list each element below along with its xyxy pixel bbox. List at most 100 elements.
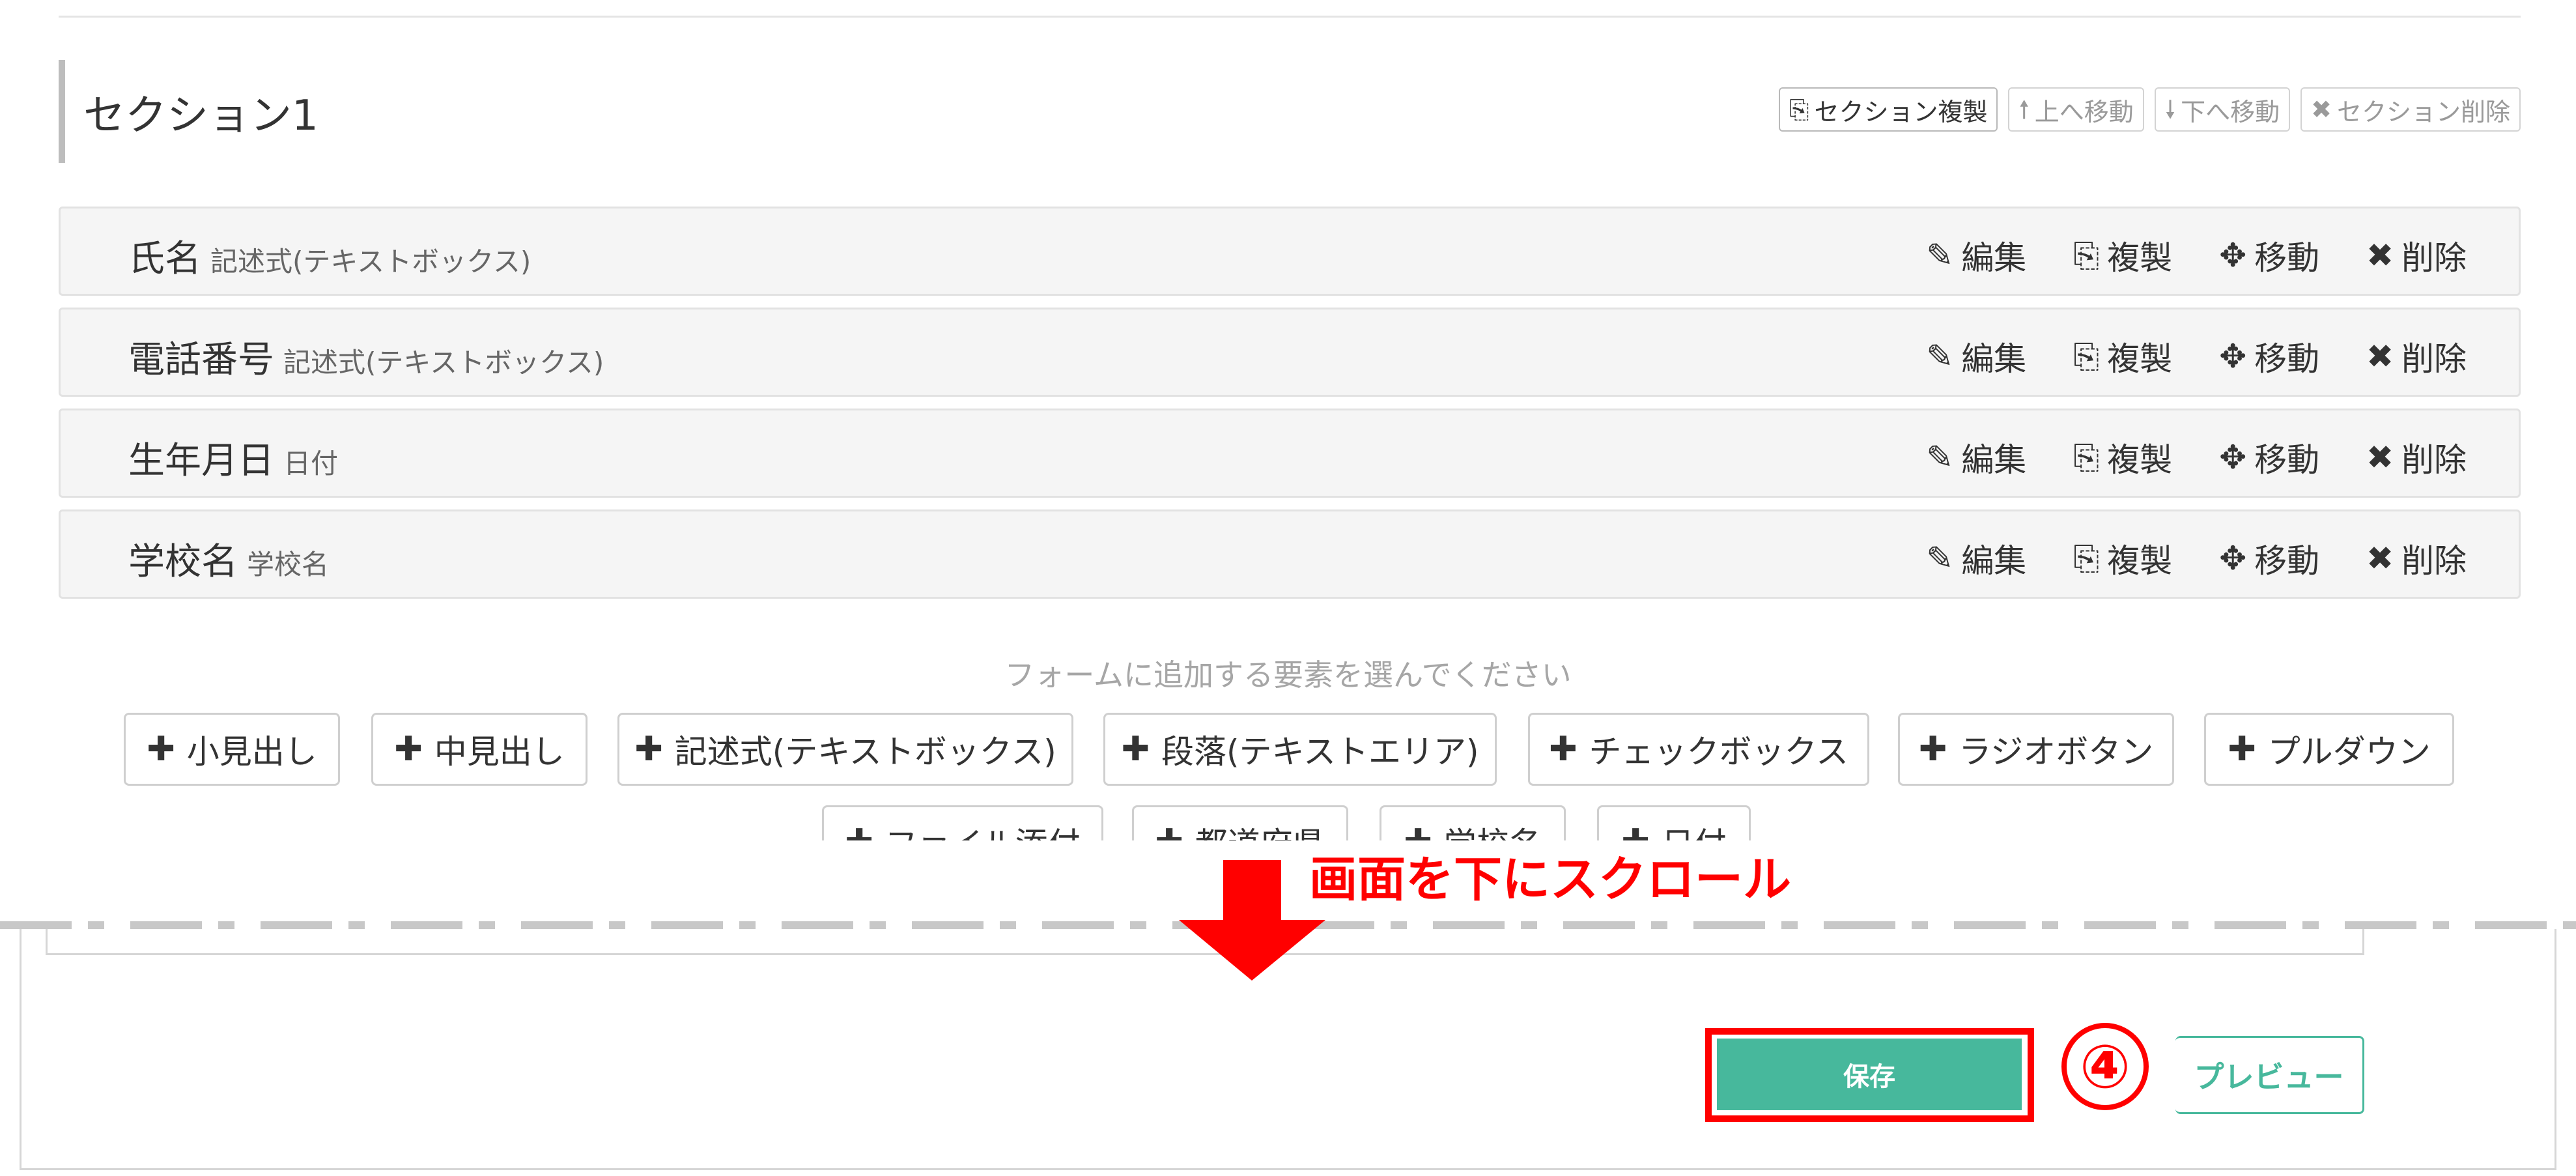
preview-label: プレビュー	[2194, 1059, 2344, 1095]
step-number-badge: ④	[2061, 1023, 2149, 1110]
preview-button[interactable]: プレビュー	[2175, 1036, 2364, 1114]
field-row-phone[interactable]: 電話番号 記述式(テキストボックス) ✎ 編集 ⎘ 複製 ✥ 移動 ✖ 削除	[59, 308, 2521, 397]
field-name-text: 学校名	[128, 541, 238, 583]
field-actions: ✎ 編集 ⎘ 複製 ✥ 移動 ✖ 削除	[1926, 333, 2467, 380]
field-type: 記述式(テキストボックス)	[210, 246, 531, 278]
section-actions: ⎘ セクション複製 🠕 上へ移動 🠗 下へ移動 ✖ セクション削除	[1779, 87, 2521, 132]
duplicate-icon: ⎘	[1789, 95, 1809, 124]
add-pulldown-button[interactable]: ✚ プルダウン	[2204, 713, 2454, 786]
move-label: 移動	[2254, 542, 2320, 580]
move-label: 移動	[2254, 239, 2320, 277]
duplicate-button[interactable]: ⎘ 複製	[2073, 333, 2172, 380]
move-button[interactable]: ✥ 移動	[2219, 535, 2319, 582]
field-row-school[interactable]: 学校名 学校名 ✎ 編集 ⎘ 複製 ✥ 移動 ✖ 削除	[59, 509, 2521, 599]
add-small-heading-button[interactable]: ✚ 小見出し	[124, 713, 340, 786]
close-icon: ✖	[2366, 237, 2394, 274]
duplicate-section-button[interactable]: ⎘ セクション複製	[1779, 87, 1998, 132]
arrow-up-icon: 🠕	[2018, 95, 2030, 124]
scroll-instruction: 画面を下にスクロール	[1309, 852, 1791, 908]
move-button[interactable]: ✥ 移動	[2219, 434, 2319, 481]
add-button-label: プルダウン	[2267, 733, 2431, 771]
field-name-text: 氏名	[128, 238, 201, 280]
field-label: 氏名 記述式(テキストボックス)	[128, 229, 531, 282]
move-section-up-button[interactable]: 🠕 上へ移動	[2008, 87, 2144, 132]
plus-icon: ✚	[2228, 730, 2256, 769]
add-radio-button[interactable]: ✚ ラジオボタン	[1898, 713, 2174, 786]
pencil-icon: ✎	[1926, 539, 1954, 577]
top-divider	[59, 16, 2521, 18]
duplicate-button[interactable]: ⎘ 複製	[2073, 535, 2172, 582]
move-button[interactable]: ✥ 移動	[2219, 333, 2319, 380]
move-icon: ✥	[2219, 438, 2247, 476]
duplicate-section-label: セクション複製	[1814, 97, 1988, 126]
add-button-label: 記述式(テキストボックス)	[674, 733, 1056, 771]
edit-label: 編集	[1961, 340, 2027, 378]
add-button-label: チェックボックス	[1589, 733, 1849, 771]
close-icon: ✖	[2366, 539, 2394, 577]
duplicate-label: 複製	[2107, 542, 2173, 580]
plus-icon: ✚	[147, 730, 175, 769]
delete-button[interactable]: ✖ 削除	[2366, 333, 2467, 380]
field-actions: ✎ 編集 ⎘ 複製 ✥ 移動 ✖ 削除	[1926, 535, 2467, 582]
add-button-label: 小見出し	[186, 733, 317, 771]
field-type: 日付	[283, 448, 339, 480]
section-accent-bar	[59, 60, 65, 163]
add-button-label: 段落(テキストエリア)	[1161, 733, 1479, 771]
edit-label: 編集	[1961, 239, 2027, 277]
add-medium-heading-button[interactable]: ✚ 中見出し	[371, 713, 587, 786]
plus-icon: ✚	[394, 730, 423, 769]
field-label: 電話番号 記述式(テキストボックス)	[128, 330, 604, 383]
save-button[interactable]: 保存	[1717, 1039, 2022, 1110]
add-checkbox-button[interactable]: ✚ チェックボックス	[1528, 713, 1869, 786]
plus-icon: ✚	[1548, 730, 1578, 769]
edit-button[interactable]: ✎ 編集	[1926, 232, 2026, 279]
duplicate-label: 複製	[2107, 239, 2173, 277]
outer-frame	[20, 1168, 2556, 1170]
duplicate-icon: ⎘	[2073, 539, 2100, 577]
add-button-label: 中見出し	[434, 733, 565, 771]
move-icon: ✥	[2219, 539, 2247, 577]
plus-icon: ✚	[1121, 730, 1150, 769]
section-title: セクション1	[83, 92, 318, 140]
move-button[interactable]: ✥ 移動	[2219, 232, 2319, 279]
move-label: 移動	[2254, 441, 2320, 479]
delete-button[interactable]: ✖ 削除	[2366, 535, 2467, 582]
field-row-name[interactable]: 氏名 記述式(テキストボックス) ✎ 編集 ⎘ 複製 ✥ 移動 ✖ 削除	[59, 207, 2521, 296]
field-actions: ✎ 編集 ⎘ 複製 ✥ 移動 ✖ 削除	[1926, 434, 2467, 481]
move-icon: ✥	[2219, 237, 2247, 274]
delete-section-label: セクション削除	[2336, 97, 2510, 126]
field-name-text: 電話番号	[128, 339, 274, 381]
field-name-text: 生年月日	[128, 440, 274, 482]
add-textarea-button[interactable]: ✚ 段落(テキストエリア)	[1103, 713, 1497, 786]
edit-label: 編集	[1961, 542, 2027, 580]
move-down-label: 下へ移動	[2181, 97, 2280, 126]
close-icon: ✖	[2366, 337, 2394, 375]
duplicate-icon: ⎘	[2073, 337, 2100, 375]
scroll-down-arrow-icon	[1179, 860, 1325, 981]
field-label: 生年月日 日付	[128, 431, 338, 484]
pencil-icon: ✎	[1926, 438, 1954, 476]
delete-button[interactable]: ✖ 削除	[2366, 434, 2467, 481]
duplicate-button[interactable]: ⎘ 複製	[2073, 434, 2172, 481]
move-section-down-button[interactable]: 🠗 下へ移動	[2154, 87, 2291, 132]
delete-label: 削除	[2401, 340, 2467, 378]
field-actions: ✎ 編集 ⎘ 複製 ✥ 移動 ✖ 削除	[1926, 232, 2467, 279]
delete-label: 削除	[2401, 441, 2467, 479]
delete-section-button[interactable]: ✖ セクション削除	[2300, 87, 2521, 132]
delete-button[interactable]: ✖ 削除	[2366, 232, 2467, 279]
outer-frame	[2555, 929, 2556, 1170]
edit-button[interactable]: ✎ 編集	[1926, 535, 2026, 582]
move-label: 移動	[2254, 340, 2320, 378]
pencil-icon: ✎	[1926, 237, 1954, 274]
plus-icon: ✚	[1918, 730, 1947, 769]
duplicate-button[interactable]: ⎘ 複製	[2073, 232, 2172, 279]
duplicate-icon: ⎘	[2073, 438, 2100, 476]
edit-button[interactable]: ✎ 編集	[1926, 333, 2026, 380]
edit-button[interactable]: ✎ 編集	[1926, 434, 2026, 481]
add-textbox-button[interactable]: ✚ 記述式(テキストボックス)	[617, 713, 1073, 786]
field-label: 学校名 学校名	[128, 532, 329, 585]
field-row-birthdate[interactable]: 生年月日 日付 ✎ 編集 ⎘ 複製 ✥ 移動 ✖ 削除	[59, 409, 2521, 498]
add-element-prompt: フォームに追加する要素を選んでください	[1004, 657, 1572, 693]
pencil-icon: ✎	[1926, 337, 1954, 375]
delete-label: 削除	[2401, 542, 2467, 580]
